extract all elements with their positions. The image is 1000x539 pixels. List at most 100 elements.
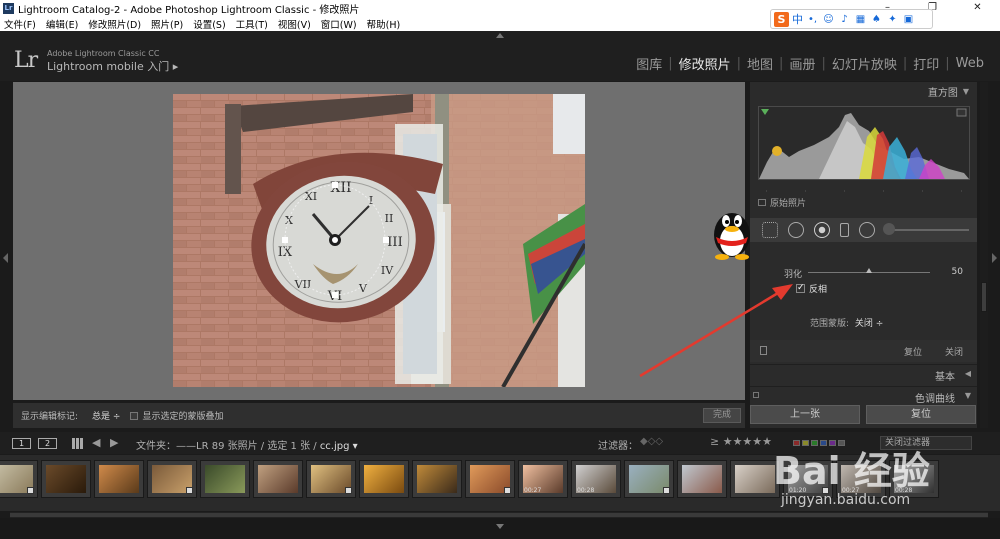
histogram[interactable] [758, 106, 970, 180]
menu-file[interactable]: 文件(F) [4, 17, 36, 31]
menu-settings[interactable]: 设置(S) [193, 17, 225, 31]
scrollbar-thumb[interactable] [981, 282, 987, 312]
module-print[interactable]: 打印 [907, 54, 945, 73]
show-overlay-checkbox[interactable] [130, 411, 139, 420]
filmstrip-thumbnail[interactable]: 00:28 [889, 460, 939, 498]
menu-tools[interactable]: 工具(T) [236, 17, 268, 31]
color-label-none[interactable] [838, 440, 845, 446]
filter-close-button[interactable]: 关闭 [945, 345, 963, 358]
feather-value[interactable]: 50 [952, 267, 963, 277]
collapse-triangle-icon[interactable]: ▼ [965, 391, 971, 400]
filmstrip-thumbnail[interactable] [730, 460, 780, 498]
back-arrow-icon[interactable]: ◀ [92, 436, 100, 449]
color-label-green[interactable] [811, 440, 818, 446]
basic-panel-header[interactable]: 基本 ◀ [750, 364, 977, 383]
menu-view[interactable]: 视图(V) [278, 17, 311, 31]
module-map[interactable]: 地图 [741, 54, 779, 73]
expand-left-panel-icon[interactable] [3, 253, 8, 263]
done-button[interactable]: 完成 [703, 408, 741, 423]
filmstrip-thumbnail[interactable] [465, 460, 515, 498]
filmstrip-thumbnail[interactable] [147, 460, 197, 498]
lr-mobile-link[interactable]: Lightroom mobile 入门 ▸ [47, 58, 178, 74]
close-filter-select[interactable]: 关闭过滤器 [880, 436, 972, 450]
collapse-triangle-icon[interactable]: ▼ [963, 87, 969, 96]
color-label-yellow[interactable] [802, 440, 809, 446]
filmstrip-thumbnail[interactable] [677, 460, 727, 498]
filmstrip-thumbnail[interactable] [94, 460, 144, 498]
module-book[interactable]: 画册 [783, 54, 821, 73]
filmstrip-thumbnail[interactable] [306, 460, 356, 498]
previous-button[interactable]: 上一张 [750, 405, 860, 424]
emoji-icon[interactable]: ☺ [822, 13, 835, 26]
histogram-header[interactable]: 直方图 ▼ [750, 82, 977, 100]
filmstrip-source[interactable]: 文件夹：——LR 89 张照片 / 选定 1 张 / cc.jpg ▾ [136, 437, 358, 452]
module-develop[interactable]: 修改照片 [673, 54, 737, 73]
image-canvas[interactable]: XII III VI IX I II IV V VII X XI [13, 82, 745, 400]
color-label-red[interactable] [793, 440, 800, 446]
menu-photo[interactable]: 照片(P) [151, 17, 183, 31]
adjustment-brush-slider[interactable] [883, 223, 969, 235]
filter-reset-button[interactable]: 复位 [904, 345, 922, 358]
original-photo-row[interactable]: 原始照片 [758, 196, 806, 209]
graduated-filter-icon[interactable] [840, 223, 849, 237]
shirt-icon[interactable]: ♠ [870, 13, 883, 26]
collapse-top-panel-icon[interactable] [496, 33, 504, 38]
filmstrip-thumbnail[interactable] [412, 460, 462, 498]
filmstrip-thumbnail[interactable]: 00:27 [518, 460, 568, 498]
tone-curve-panel-header[interactable]: 色调曲线 ▼ [750, 386, 977, 405]
radial-filter-icon[interactable] [859, 222, 875, 238]
color-label-filter[interactable] [793, 440, 845, 446]
flag-filter-icons[interactable]: ◆◇◇ [640, 436, 663, 447]
qq-penguin-icon[interactable] [706, 205, 758, 261]
collapse-bottom-panel-icon[interactable] [496, 524, 504, 529]
range-mask-select[interactable]: 关闭 ÷ [855, 319, 883, 329]
menu-edit[interactable]: 编辑(E) [46, 17, 78, 31]
menu-help[interactable]: 帮助(H) [367, 17, 401, 31]
show-edit-pins-select[interactable]: 总是 ÷ [92, 409, 120, 422]
ime-toolbar[interactable]: S 中 •, ☺ ♪ ▦ ♠ ✦ ▣ [770, 9, 933, 29]
clock-photo[interactable]: XII III VI IX I II IV V VII X XI [173, 94, 585, 387]
primary-display-button[interactable]: 1 [12, 438, 31, 449]
expand-triangle-icon[interactable]: ◀ [965, 369, 971, 378]
tools-icon[interactable]: ✦ [886, 13, 899, 26]
apps-icon[interactable]: ▣ [902, 13, 915, 26]
filmstrip-scrollbar-thumb[interactable] [10, 513, 988, 517]
keyboard-icon[interactable]: ▦ [854, 13, 867, 26]
feather-slider-knob[interactable] [866, 268, 872, 273]
filmstrip-thumbnail[interactable]: 00:28 [571, 460, 621, 498]
microphone-icon[interactable]: ♪ [838, 13, 851, 26]
panel-switch-icon[interactable] [753, 392, 759, 398]
filmstrip-thumbnail[interactable] [200, 460, 250, 498]
module-library[interactable]: 图库 [630, 54, 668, 73]
forward-arrow-icon[interactable]: ▶ [110, 436, 118, 449]
current-filename[interactable]: cc.jpg ▾ [320, 441, 358, 452]
menu-window[interactable]: 窗口(W) [321, 17, 357, 31]
color-label-blue[interactable] [820, 440, 827, 446]
filmstrip-thumbnail[interactable]: 00:27 [836, 460, 886, 498]
close-window-button[interactable]: ✕ [955, 0, 1000, 16]
menu-develop[interactable]: 修改照片(D) [88, 17, 141, 31]
filmstrip[interactable]: ◀ 00:2700:2801:2000:2700:28 [0, 455, 1000, 511]
invert-row[interactable]: ✓ 反相 [796, 282, 827, 295]
panel-switch-icon[interactable] [760, 346, 767, 355]
filmstrip-thumbnail[interactable] [41, 460, 91, 498]
expand-right-edge-icon[interactable] [992, 253, 997, 263]
filmstrip-thumbnail[interactable] [359, 460, 409, 498]
secondary-display-button[interactable]: 2 [38, 438, 57, 449]
module-web[interactable]: Web [950, 56, 990, 71]
right-panel-scrollbar[interactable] [980, 82, 988, 428]
filmstrip-thumbnail[interactable] [624, 460, 674, 498]
filmstrip-thumbnail[interactable] [253, 460, 303, 498]
invert-checkbox[interactable]: ✓ [796, 284, 805, 293]
crop-overlay-icon[interactable] [762, 222, 778, 238]
filmstrip-thumbnail[interactable] [0, 460, 38, 498]
punctuation-icon[interactable]: •, [806, 13, 819, 26]
module-slideshow[interactable]: 幻灯片放映 [826, 54, 903, 73]
red-eye-icon[interactable] [814, 222, 830, 238]
reset-button[interactable]: 复位 [866, 405, 976, 424]
filmstrip-thumbnail[interactable]: 01:20 [783, 460, 833, 498]
ime-language[interactable]: 中 [792, 11, 803, 27]
color-label-purple[interactable] [829, 440, 836, 446]
rating-filter[interactable]: ≥ ★★★★★ [710, 435, 772, 448]
grid-view-icon[interactable] [72, 438, 83, 449]
